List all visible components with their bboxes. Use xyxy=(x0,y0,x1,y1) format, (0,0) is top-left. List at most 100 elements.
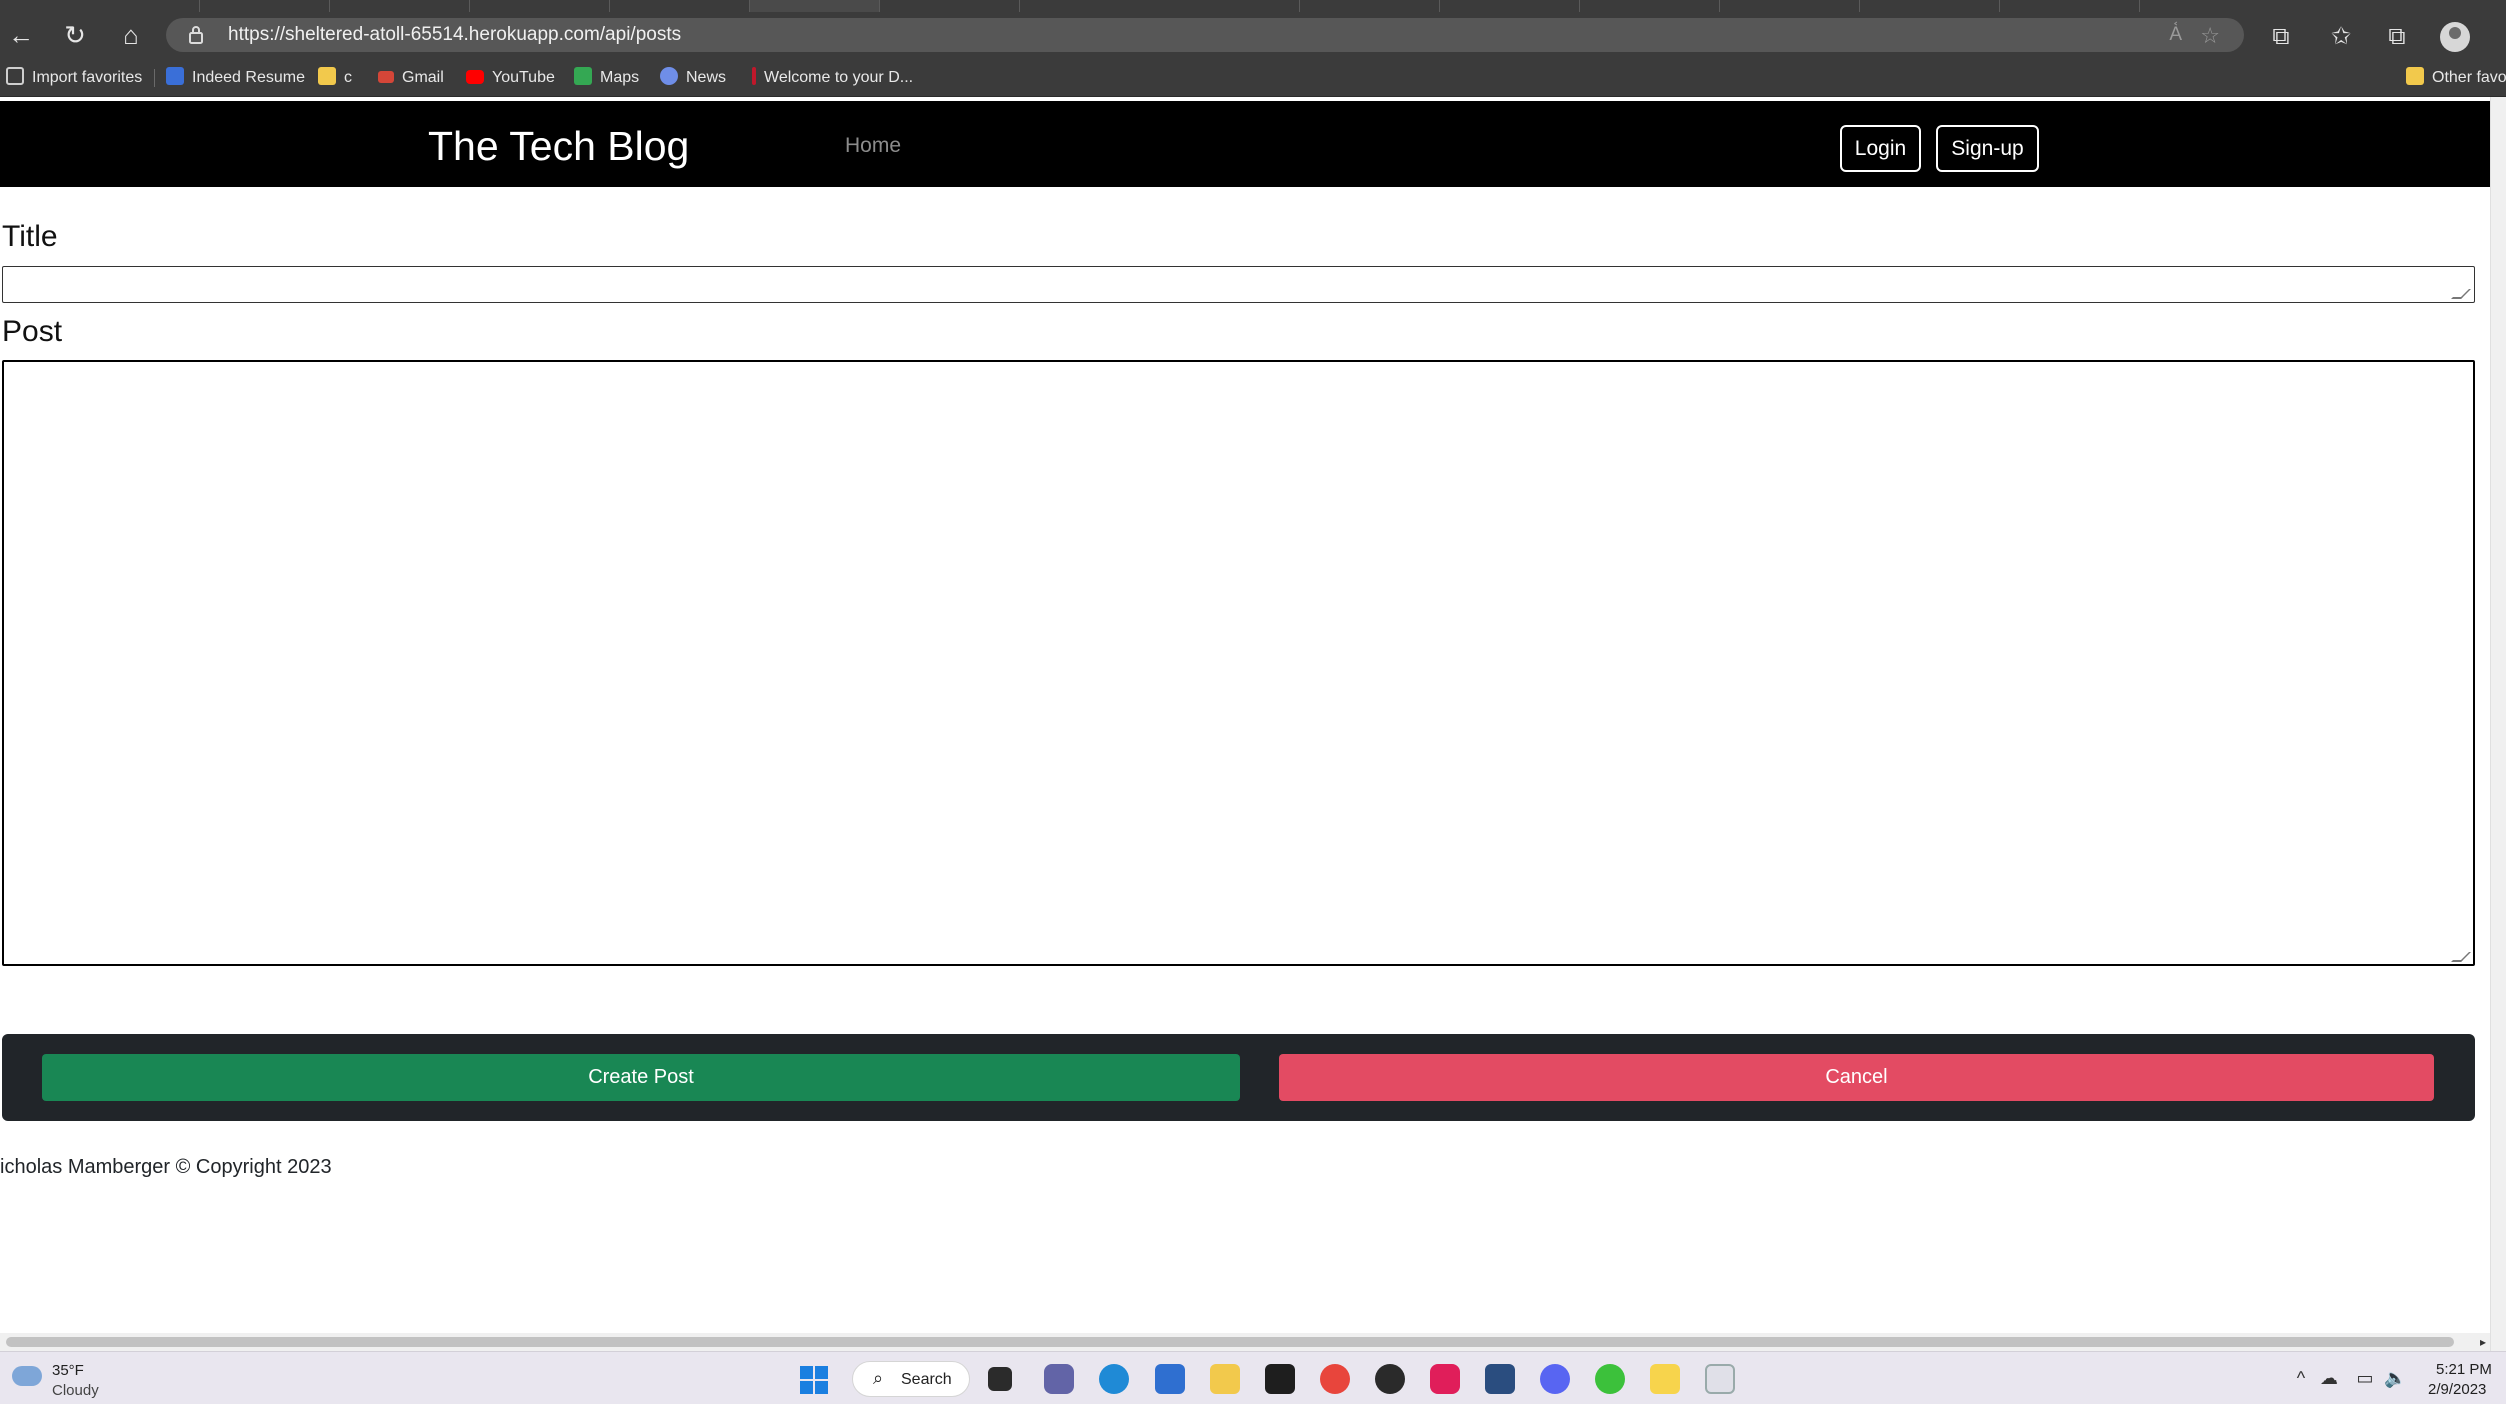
scroll-right-arrow-icon[interactable]: ▸ xyxy=(2480,1335,2486,1349)
browser-tab-active[interactable] xyxy=(750,0,880,12)
taskbar-search[interactable]: ⌕ Search xyxy=(852,1361,970,1397)
lock-icon[interactable] xyxy=(188,25,204,45)
footer-copyright: icholas Mamberger © Copyright 2023 xyxy=(0,1156,332,1178)
bookmark-label: c xyxy=(344,69,352,86)
browser-tab[interactable] xyxy=(1720,0,1860,12)
app-icon[interactable] xyxy=(1265,1364,1295,1394)
weather-description[interactable]: Cloudy xyxy=(52,1382,99,1399)
volume-icon[interactable]: 🔈 xyxy=(2384,1368,2406,1390)
bookmark-label: Indeed Resume xyxy=(192,69,305,86)
add-favorite-icon[interactable]: ☆ xyxy=(2200,23,2220,49)
bookmark-label: News xyxy=(686,69,727,86)
refresh-icon[interactable]: ↻ xyxy=(58,20,92,50)
back-arrow-icon[interactable]: ← xyxy=(4,20,38,50)
browser-tab[interactable] xyxy=(1300,0,1440,12)
title-input[interactable] xyxy=(2,266,2475,303)
browser-tab-strip xyxy=(0,0,2506,12)
bookmark-label: Welcome to your D... xyxy=(764,69,914,86)
weather-temperature[interactable]: 35°F xyxy=(52,1362,84,1379)
media-app-icon[interactable] xyxy=(1375,1364,1405,1394)
form-actions: Create Post Cancel xyxy=(2,1034,2475,1121)
browser-tab[interactable] xyxy=(470,0,610,12)
bookmark-youtube[interactable]: YouTube xyxy=(466,67,555,89)
browser-tab[interactable] xyxy=(1020,0,1300,12)
mysql-workbench-icon[interactable] xyxy=(1485,1364,1515,1394)
read-aloud-icon[interactable]: A᷾ xyxy=(2169,24,2182,46)
youtube-icon xyxy=(466,70,484,84)
gmail-icon xyxy=(378,71,394,83)
favorites-icon[interactable]: ✩ xyxy=(2326,22,2356,52)
site-navbar: The Tech Blog Home Login Sign-up xyxy=(0,101,2490,187)
bookmark-separator xyxy=(154,69,155,87)
slack-icon[interactable] xyxy=(1430,1364,1460,1394)
clock-date[interactable]: 2/9/2023 xyxy=(2428,1381,2486,1398)
welcome-icon xyxy=(752,67,756,85)
bookmark-welcome[interactable]: Welcome to your D... xyxy=(752,67,913,89)
collections-icon[interactable]: ⧉ xyxy=(2382,22,2412,52)
task-view-icon[interactable] xyxy=(988,1367,1012,1391)
bookmark-folder-c[interactable]: c xyxy=(318,67,352,89)
bookmark-maps[interactable]: Maps xyxy=(574,67,639,89)
address-url[interactable]: https://sheltered-atoll-65514.herokuapp.… xyxy=(228,25,681,45)
gaming-app-icon[interactable] xyxy=(1595,1364,1625,1394)
extensions-icon[interactable]: ⧉ xyxy=(2266,22,2296,52)
browser-toolbar: ← ↻ ⌂ https://sheltered-atoll-65514.hero… xyxy=(0,12,2506,57)
browser-tab[interactable] xyxy=(1580,0,1720,12)
taskbar-search-label: Search xyxy=(901,1371,952,1388)
bookmark-gmail[interactable]: Gmail xyxy=(378,67,444,89)
browser-tab[interactable] xyxy=(0,0,200,12)
chrome-icon[interactable] xyxy=(1320,1364,1350,1394)
photos-icon[interactable] xyxy=(1650,1364,1680,1394)
create-post-button[interactable]: Create Post xyxy=(42,1054,1240,1101)
onedrive-icon[interactable]: ☁ xyxy=(2318,1368,2340,1390)
vertical-scrollbar[interactable] xyxy=(2490,97,2506,1351)
search-icon: ⌕ xyxy=(873,1368,884,1388)
network-icon[interactable]: ▭ xyxy=(2354,1368,2376,1390)
cancel-button[interactable]: Cancel xyxy=(1279,1054,2434,1101)
horizontal-scroll-thumb[interactable] xyxy=(6,1337,2454,1347)
bookmark-other-favorites[interactable]: Other favo xyxy=(2406,67,2506,89)
bookmark-indeed-resume[interactable]: Indeed Resume xyxy=(166,67,305,89)
edge-icon[interactable] xyxy=(1099,1364,1129,1394)
title-label: Title xyxy=(2,220,58,253)
chevron-up-icon[interactable]: ^ xyxy=(2290,1368,2312,1390)
news-icon xyxy=(660,67,678,85)
login-button[interactable]: Login xyxy=(1840,125,1921,172)
file-explorer-icon[interactable] xyxy=(1210,1364,1240,1394)
nav-home-link[interactable]: Home xyxy=(845,133,901,159)
teams-chat-icon[interactable] xyxy=(1044,1364,1074,1394)
browser-tab[interactable] xyxy=(610,0,750,12)
store-icon[interactable] xyxy=(1155,1364,1185,1394)
favorites-bar: Import favorites Indeed Resume c Gmail Y… xyxy=(0,57,2506,97)
site-brand[interactable]: The Tech Blog xyxy=(428,121,689,171)
cloud-icon[interactable] xyxy=(12,1366,42,1386)
windows-taskbar: 35°F Cloudy ⌕ Search ^ ☁ ▭ 🔈 5:21 PM 2/9… xyxy=(0,1351,2506,1404)
indeed-icon xyxy=(166,67,184,85)
import-favorites-link[interactable]: Import favorites xyxy=(6,67,142,89)
post-label: Post xyxy=(2,315,63,348)
windows-start-icon[interactable] xyxy=(800,1366,828,1394)
address-bar[interactable]: https://sheltered-atoll-65514.herokuapp.… xyxy=(166,18,2244,52)
folder-icon xyxy=(2406,67,2424,85)
home-icon[interactable]: ⌂ xyxy=(114,20,148,50)
folder-icon xyxy=(318,67,336,85)
bookmark-label: Maps xyxy=(600,69,640,86)
post-textarea[interactable] xyxy=(2,360,2475,966)
maps-icon xyxy=(574,67,592,85)
browser-tab[interactable] xyxy=(2000,0,2140,12)
browser-tab[interactable] xyxy=(880,0,1020,12)
bookmark-label: Import favorites xyxy=(32,69,143,86)
signup-button[interactable]: Sign-up xyxy=(1936,125,2039,172)
browser-tab[interactable] xyxy=(1860,0,2000,12)
clock-time[interactable]: 5:21 PM xyxy=(2436,1361,2492,1378)
import-icon xyxy=(6,67,24,85)
discord-icon[interactable] xyxy=(1540,1364,1570,1394)
browser-tab[interactable] xyxy=(200,0,330,12)
profile-icon[interactable] xyxy=(2440,22,2470,52)
horizontal-scrollbar[interactable]: ▸ xyxy=(0,1333,2490,1351)
page-viewport: The Tech Blog Home Login Sign-up Title P… xyxy=(0,97,2490,1333)
bookmark-news[interactable]: News xyxy=(660,67,726,89)
browser-tab[interactable] xyxy=(330,0,470,12)
browser-tab[interactable] xyxy=(1440,0,1580,12)
snipping-tool-icon[interactable] xyxy=(1705,1364,1735,1394)
